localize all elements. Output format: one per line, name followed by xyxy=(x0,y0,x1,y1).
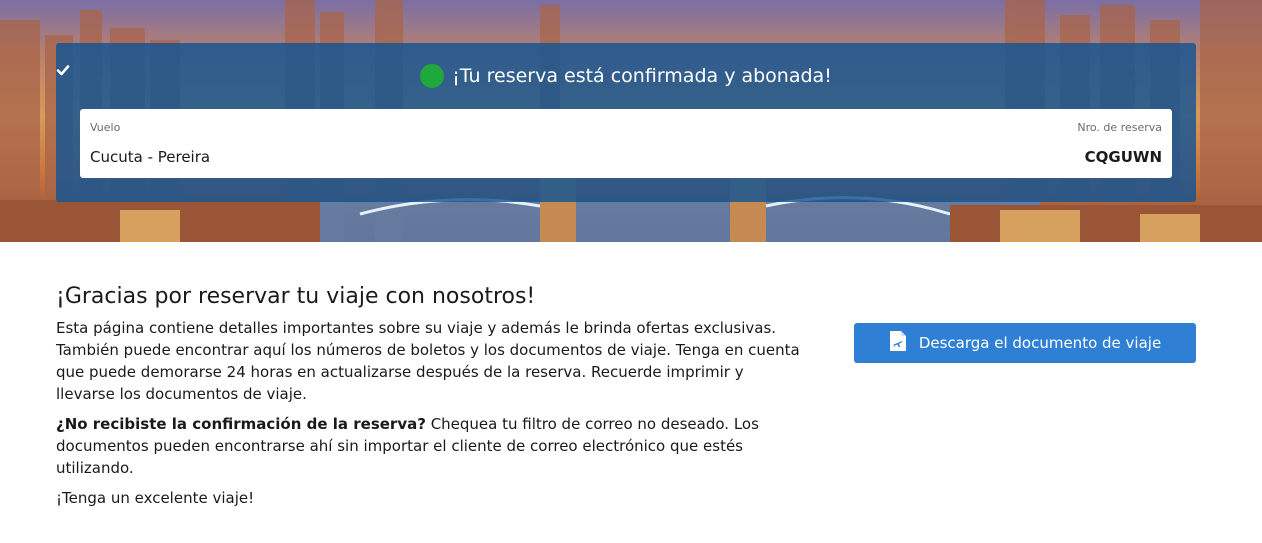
confirmation-message: ¡Tu reserva está confirmada y abonada! xyxy=(452,65,832,87)
flight-label: Vuelo xyxy=(90,121,121,134)
closing-text: ¡Tenga un excelente viaje! xyxy=(56,489,255,507)
confirmation-header: ¡Tu reserva está confirmada y abonada! xyxy=(56,63,1196,89)
info-paragraph: Esta página contiene detalles importante… xyxy=(56,319,800,403)
booking-number: CQGUWN xyxy=(1084,148,1162,166)
confirmation-panel: ¡Tu reserva está confirmada y abonada! V… xyxy=(56,43,1196,202)
download-travel-document-button[interactable]: Descarga el documento de viaje xyxy=(854,323,1196,363)
ticket-document-icon xyxy=(889,330,907,356)
missing-confirmation-question: ¿No recibiste la confirmación de la rese… xyxy=(56,415,426,433)
download-button-label: Descarga el documento de viaje xyxy=(918,334,1162,352)
hero-banner: ¡Tu reserva está confirmada y abonada! V… xyxy=(0,0,1262,242)
booking-info-card: Vuelo Nro. de reserva Cucuta - Pereira C… xyxy=(80,109,1172,178)
flight-route: Cucuta - Pereira xyxy=(90,148,211,166)
missing-confirmation-paragraph: ¿No recibiste la confirmación de la rese… xyxy=(56,413,801,479)
page-title: ¡Gracias por reservar tu viaje con nosot… xyxy=(56,284,536,309)
check-circle-icon xyxy=(56,64,445,88)
booking-number-label: Nro. de reserva xyxy=(1077,121,1162,134)
thank-you-section: ¡Gracias por reservar tu viaje con nosot… xyxy=(56,284,801,517)
